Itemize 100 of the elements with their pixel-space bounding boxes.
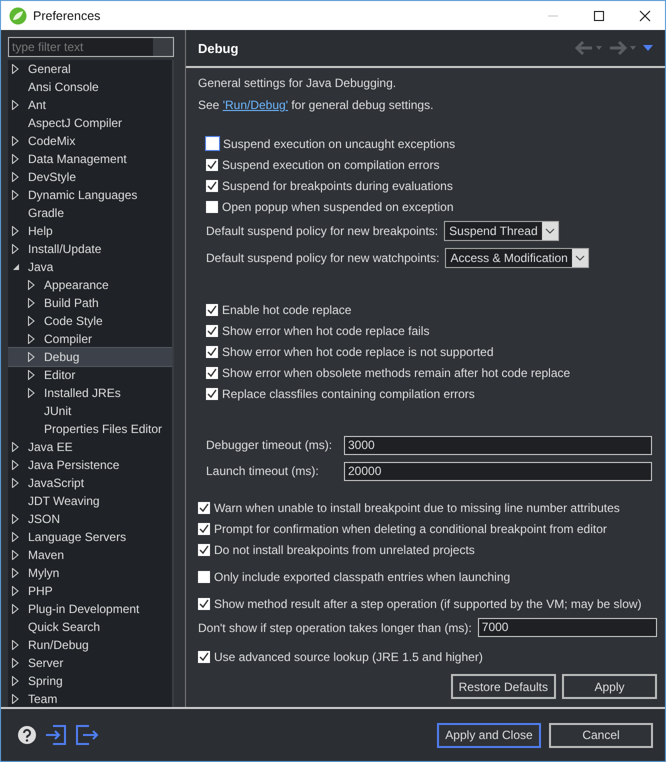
collapsed-triangle-icon[interactable] [12, 478, 19, 488]
import-icon[interactable] [45, 724, 67, 746]
collapsed-triangle-icon[interactable] [12, 514, 19, 524]
policy-dropdown[interactable]: Access & Modification [445, 248, 589, 268]
collapsed-triangle-icon[interactable] [12, 100, 19, 110]
tree-item[interactable]: CodeMix [8, 132, 172, 150]
collapsed-triangle-icon[interactable] [12, 532, 19, 542]
chevron-down-icon[interactable] [574, 254, 585, 260]
checkbox[interactable]: Prompt for confirmation when deleting a conditional breakpoint from editor [198, 518, 657, 539]
tree-item[interactable]: JavaScript [8, 474, 172, 492]
collapsed-triangle-icon[interactable] [12, 586, 19, 596]
run-debug-link[interactable]: 'Run/Debug' [222, 98, 288, 112]
view-menu-icon[interactable] [643, 44, 653, 52]
help-icon[interactable] [17, 725, 37, 745]
tree-item[interactable]: JDT Weaving [8, 492, 172, 510]
tree-item[interactable]: Installed JREs [8, 384, 172, 402]
tree-item[interactable]: Ansi Console [8, 78, 172, 96]
tree-item[interactable]: Gradle [8, 204, 172, 222]
tree-item[interactable]: JSON [8, 510, 172, 528]
tree-item[interactable]: Ant [8, 96, 172, 114]
checkbox[interactable]: Warn when unable to install breakpoint due to missing line number attributes [198, 497, 657, 518]
page-button[interactable]: Restore Defaults [450, 674, 556, 699]
collapsed-triangle-icon[interactable] [28, 298, 35, 308]
tree-item[interactable]: Run/Debug [8, 636, 172, 654]
checkbox[interactable]: Only include exported classpath entries when launching [198, 566, 657, 587]
tree-item[interactable]: Data Management [8, 150, 172, 168]
checkbox[interactable]: Show error when hot code replace is not supported [206, 341, 657, 362]
tree-item[interactable]: Compiler [8, 330, 172, 348]
collapsed-triangle-icon[interactable] [12, 676, 19, 686]
policy-dropdown[interactable]: Suspend Thread [444, 220, 559, 240]
collapsed-triangle-icon[interactable] [12, 154, 19, 164]
filter-field[interactable]: type filter text [8, 37, 174, 57]
close-icon[interactable] [639, 10, 651, 22]
tree-item[interactable]: Appearance [8, 276, 172, 294]
tree-item[interactable]: PHP [8, 582, 172, 600]
checkbox[interactable]: Suspend for breakpoints during evaluations [206, 175, 657, 196]
tree-item[interactable]: Help [8, 222, 172, 240]
input-field[interactable]: 3000 [344, 436, 652, 454]
checkbox[interactable]: Show method result after a step operation (if supported by the VM; may be slow) [198, 593, 657, 614]
expanded-triangle-icon[interactable] [12, 263, 20, 271]
checkbox[interactable]: Enable hot code replace [206, 299, 657, 320]
tree-item[interactable]: Quick Search [8, 618, 172, 636]
tree-item[interactable]: General [8, 60, 172, 78]
tree-item[interactable]: Editor [8, 366, 172, 384]
tree-item[interactable]: Plug-in Development [8, 600, 172, 618]
checkbox[interactable]: Show error when obsolete methods remain after hot code replace [206, 362, 657, 383]
input-field[interactable]: 7000 [478, 618, 657, 637]
tree-item[interactable]: Java EE [8, 438, 172, 456]
checkmark-icon [198, 544, 210, 556]
collapsed-triangle-icon[interactable] [12, 172, 19, 182]
collapsed-triangle-icon[interactable] [12, 190, 19, 200]
tree-item[interactable]: Install/Update [8, 240, 172, 258]
checkbox[interactable]: Open popup when suspended on exception [206, 196, 657, 217]
tree-item[interactable]: Server [8, 654, 172, 672]
tree-item[interactable]: Java [8, 258, 172, 276]
collapsed-triangle-icon[interactable] [12, 640, 19, 650]
tree-item[interactable]: Language Servers [8, 528, 172, 546]
collapsed-triangle-icon[interactable] [12, 550, 19, 560]
collapsed-triangle-icon[interactable] [12, 244, 19, 254]
tree-item[interactable]: Dynamic Languages [8, 186, 172, 204]
tree-item[interactable]: Java Persistence [8, 456, 172, 474]
collapsed-triangle-icon[interactable] [12, 226, 19, 236]
tree-item[interactable]: Mylyn [8, 564, 172, 582]
collapsed-triangle-icon[interactable] [12, 568, 19, 578]
input-field[interactable]: 20000 [344, 462, 652, 480]
page-button[interactable]: Apply [562, 674, 657, 699]
collapsed-triangle-icon[interactable] [12, 136, 19, 146]
checkbox[interactable]: Suspend execution on compilation errors [206, 154, 657, 175]
tree-item[interactable]: DevStyle [8, 168, 172, 186]
collapsed-triangle-icon[interactable] [28, 316, 35, 326]
checkbox[interactable]: Suspend execution on uncaught exceptions [206, 133, 657, 154]
checkbox[interactable]: Do not install breakpoints from unrelated projects [198, 539, 657, 560]
collapsed-triangle-icon[interactable] [12, 694, 19, 704]
tree-item[interactable]: Properties Files Editor [8, 420, 172, 438]
tree-item[interactable]: Code Style [8, 312, 172, 330]
checkbox[interactable]: Replace classfiles containing compilation errors [206, 383, 657, 404]
tree-item[interactable]: Debug [8, 348, 172, 366]
collapsed-triangle-icon[interactable] [12, 442, 19, 452]
maximize-icon[interactable] [593, 10, 605, 22]
tree-item[interactable]: AspectJ Compiler [8, 114, 172, 132]
checkbox[interactable]: Use advanced source lookup (JRE 1.5 and higher) [198, 646, 657, 667]
tree-item[interactable]: Build Path [8, 294, 172, 312]
collapsed-triangle-icon[interactable] [12, 460, 19, 470]
dialog-button[interactable]: Cancel [549, 722, 653, 748]
tree-item[interactable]: Spring [8, 672, 172, 690]
checkbox[interactable]: Show error when hot code replace fails [206, 320, 657, 341]
tree-item[interactable]: JUnit [8, 402, 172, 420]
tree-item[interactable]: Team [8, 690, 172, 707]
collapsed-triangle-icon[interactable] [12, 604, 19, 614]
collapsed-triangle-icon[interactable] [28, 280, 35, 290]
export-icon[interactable] [75, 724, 99, 746]
collapsed-triangle-icon[interactable] [28, 370, 35, 380]
chevron-down-icon[interactable] [544, 228, 555, 234]
collapsed-triangle-icon[interactable] [28, 352, 35, 362]
collapsed-triangle-icon[interactable] [12, 64, 19, 74]
collapsed-triangle-icon[interactable] [28, 334, 35, 344]
dialog-button[interactable]: Apply and Close [437, 722, 541, 748]
collapsed-triangle-icon[interactable] [12, 658, 19, 668]
tree-item[interactable]: Maven [8, 546, 172, 564]
collapsed-triangle-icon[interactable] [28, 388, 35, 398]
